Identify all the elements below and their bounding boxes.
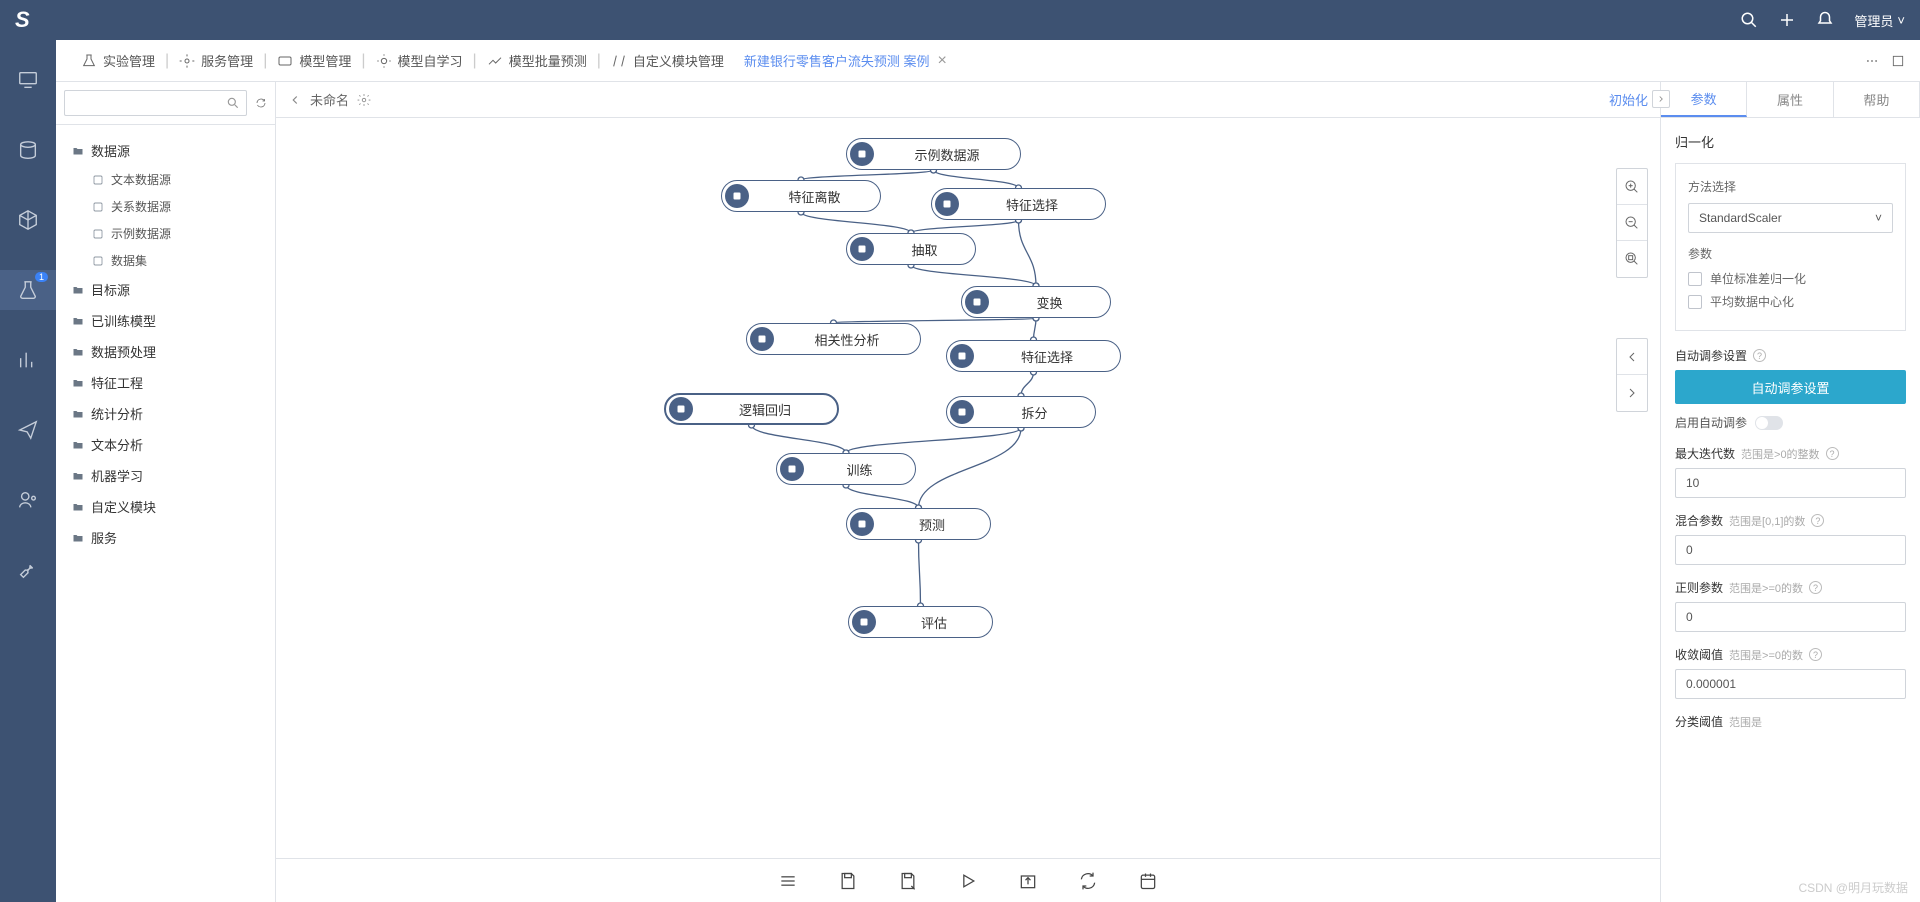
- search-input[interactable]: [64, 90, 247, 116]
- node-n0[interactable]: 示例数据源: [846, 138, 1021, 170]
- refresh-icon[interactable]: [255, 95, 267, 111]
- tree-folder[interactable]: 自定义模块: [56, 491, 275, 522]
- sidebar-people[interactable]: [0, 480, 56, 520]
- sidebar-database[interactable]: [0, 130, 56, 170]
- list-icon[interactable]: [778, 871, 798, 891]
- tab-params[interactable]: 参数: [1661, 82, 1747, 117]
- chk-mean-center[interactable]: [1688, 295, 1702, 309]
- zoom-fit-icon[interactable]: [1617, 241, 1647, 277]
- sync-icon[interactable]: [1078, 871, 1098, 891]
- menu-custom[interactable]: 自定义模块管理: [601, 51, 734, 70]
- info-icon[interactable]: ?: [1811, 514, 1824, 527]
- left-panel: 数据源文本数据源关系数据源示例数据源数据集目标源已训练模型数据预处理特征工程统计…: [56, 82, 276, 902]
- tab-help[interactable]: 帮助: [1834, 82, 1920, 117]
- zoom-in-icon[interactable]: [1617, 169, 1647, 205]
- node-n8[interactable]: 拆分: [946, 396, 1096, 428]
- close-icon[interactable]: ×: [938, 52, 947, 70]
- user-menu[interactable]: 管理员˅: [1854, 11, 1905, 30]
- sidebar: 1: [0, 40, 56, 902]
- tree-item[interactable]: 关系数据源: [56, 193, 275, 220]
- play-icon[interactable]: [958, 871, 978, 891]
- back-icon[interactable]: [288, 93, 302, 107]
- node-n9[interactable]: 训练: [776, 453, 916, 485]
- menubar: 实验管理| 服务管理| 模型管理| 模型自学习| 模型批量预测| 自定义模块管理…: [56, 40, 1920, 82]
- sidebar-send[interactable]: [0, 410, 56, 450]
- info-icon[interactable]: ?: [1809, 581, 1822, 594]
- auto-toggle[interactable]: [1755, 416, 1783, 430]
- auto-tune-button[interactable]: 自动调参设置: [1675, 370, 1906, 404]
- info-icon[interactable]: ?: [1753, 349, 1766, 362]
- node-n2[interactable]: 特征选择: [931, 188, 1106, 220]
- tree-folder[interactable]: 目标源: [56, 274, 275, 305]
- tree-item[interactable]: 数据集: [56, 247, 275, 274]
- tree-folder[interactable]: 文本分析: [56, 429, 275, 460]
- reg-param-input[interactable]: [1675, 602, 1906, 632]
- canvas[interactable]: 示例数据源特征离散特征选择抽取变换相关性分析特征选择逻辑回归拆分训练预测评估: [276, 118, 1660, 858]
- node-n7[interactable]: 逻辑回归: [664, 393, 839, 425]
- tree-folder[interactable]: 服务: [56, 522, 275, 553]
- sidebar-monitor[interactable]: [0, 60, 56, 100]
- init-button[interactable]: 初始化: [1609, 90, 1648, 109]
- max-iter-input[interactable]: [1675, 468, 1906, 498]
- save-icon[interactable]: [838, 871, 858, 891]
- menu-batch[interactable]: 模型批量预测: [477, 51, 597, 70]
- expand-icon[interactable]: [1891, 54, 1905, 68]
- menu-experiment[interactable]: 实验管理: [71, 51, 165, 70]
- sidebar-tools[interactable]: [0, 550, 56, 590]
- more-icon[interactable]: [1865, 54, 1879, 68]
- tree-folder[interactable]: 数据源: [56, 135, 275, 166]
- watermark: CSDN @明月玩数据: [1798, 879, 1908, 896]
- node-n5[interactable]: 相关性分析: [746, 323, 921, 355]
- node-n11[interactable]: 评估: [848, 606, 993, 638]
- tree-folder[interactable]: 已训练模型: [56, 305, 275, 336]
- collapse-panel-icon[interactable]: [1652, 90, 1670, 108]
- sidebar-chart[interactable]: [0, 340, 56, 380]
- breadcrumb[interactable]: 新建银行零售客户流失预测 案例: [744, 51, 930, 70]
- converge-input[interactable]: [1675, 669, 1906, 699]
- gear-icon[interactable]: [357, 93, 371, 107]
- menu-autolearn[interactable]: 模型自学习: [366, 51, 473, 70]
- badge: 1: [35, 272, 48, 282]
- panel-title: 归一化: [1675, 132, 1906, 151]
- zoom-out-icon[interactable]: [1617, 205, 1647, 241]
- tree-item[interactable]: 文本数据源: [56, 166, 275, 193]
- tree-folder[interactable]: 统计分析: [56, 398, 275, 429]
- app-logo: S: [15, 7, 30, 33]
- info-icon[interactable]: ?: [1826, 447, 1839, 460]
- export-icon[interactable]: [1018, 871, 1038, 891]
- mix-param-input[interactable]: [1675, 535, 1906, 565]
- info-icon[interactable]: ?: [1809, 648, 1822, 661]
- nav-right-icon[interactable]: [1617, 375, 1647, 411]
- sidebar-cube[interactable]: [0, 200, 56, 240]
- chk-unit-std[interactable]: [1688, 272, 1702, 286]
- menu-service[interactable]: 服务管理: [169, 51, 263, 70]
- saveas-icon[interactable]: [898, 871, 918, 891]
- node-n10[interactable]: 预测: [846, 508, 991, 540]
- plus-icon[interactable]: [1778, 11, 1796, 29]
- tree-item[interactable]: 示例数据源: [56, 220, 275, 247]
- node-n3[interactable]: 抽取: [846, 233, 976, 265]
- tree-folder[interactable]: 机器学习: [56, 460, 275, 491]
- schedule-icon[interactable]: [1138, 871, 1158, 891]
- node-n1[interactable]: 特征离散: [721, 180, 881, 212]
- search-icon[interactable]: [1740, 11, 1758, 29]
- menu-model[interactable]: 模型管理: [267, 51, 361, 70]
- node-n6[interactable]: 特征选择: [946, 340, 1121, 372]
- method-select[interactable]: StandardScaler˅: [1688, 203, 1893, 233]
- tree-folder[interactable]: 特征工程: [56, 367, 275, 398]
- bell-icon[interactable]: [1816, 11, 1834, 29]
- tree-folder[interactable]: 数据预处理: [56, 336, 275, 367]
- sidebar-experiment[interactable]: 1: [0, 270, 56, 310]
- node-n4[interactable]: 变换: [961, 286, 1111, 318]
- canvas-title: 未命名: [310, 90, 349, 109]
- nav-left-icon[interactable]: [1617, 339, 1647, 375]
- tab-props[interactable]: 属性: [1747, 82, 1833, 117]
